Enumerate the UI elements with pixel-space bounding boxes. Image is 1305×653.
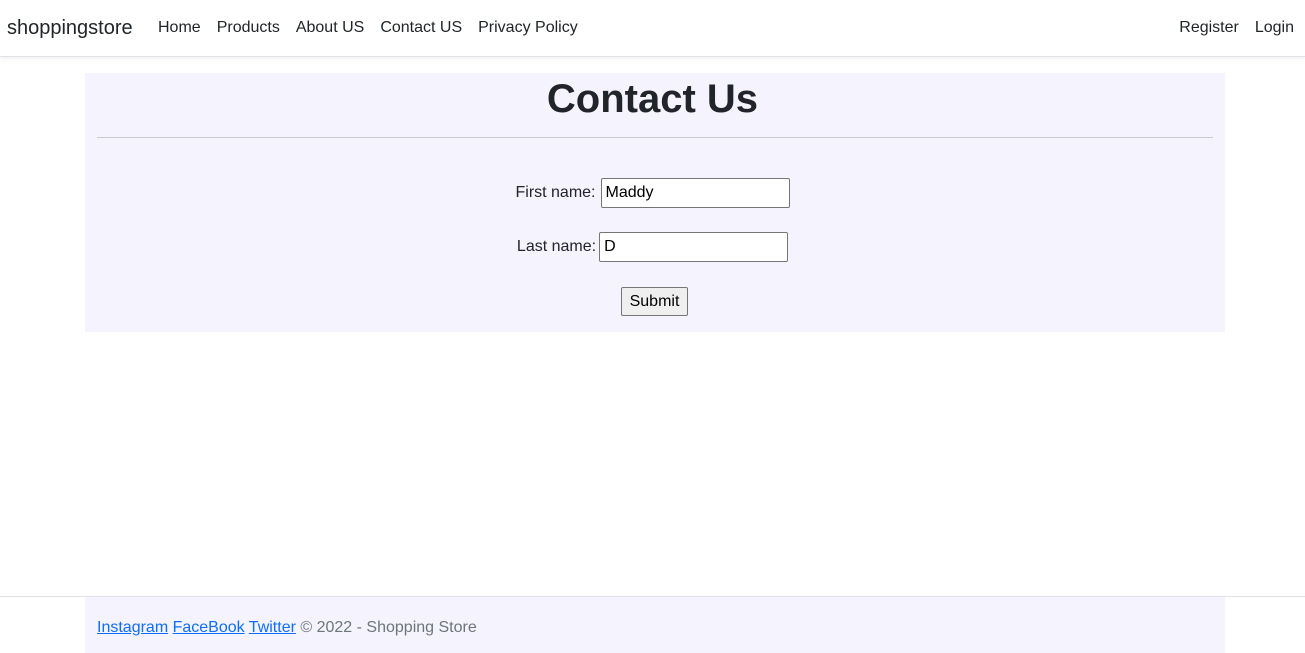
facebook-link[interactable]: FaceBook (173, 619, 245, 636)
footer-content: Instagram FaceBook Twitter © 2022 - Shop… (97, 618, 477, 638)
submit-button[interactable]: Submit (621, 287, 688, 316)
main-nav: Home Products About US Contact US Privac… (150, 18, 586, 38)
nav-login-link[interactable]: Login (1247, 18, 1302, 38)
twitter-link[interactable]: Twitter (249, 619, 296, 636)
copyright-text: © 2022 - Shopping Store (300, 619, 477, 636)
last-name-row: Last name: (0, 232, 1305, 262)
nav-register-link[interactable]: Register (1171, 18, 1247, 38)
nav-products-link[interactable]: Products (209, 18, 288, 38)
first-name-row: First name: (0, 178, 1305, 208)
nav-contact-link[interactable]: Contact US (372, 18, 470, 38)
top-navbar: shoppingstore Home Products About US Con… (0, 0, 1305, 57)
nav-about-link[interactable]: About US (288, 18, 372, 38)
nav-home-link[interactable]: Home (150, 18, 209, 38)
account-nav: Register Login (1171, 18, 1302, 38)
last-name-input[interactable] (599, 232, 789, 262)
brand-link[interactable]: shoppingstore (7, 16, 133, 40)
title-divider (97, 137, 1213, 138)
last-name-label: Last name: (516, 238, 597, 255)
first-name-input[interactable] (600, 178, 790, 208)
first-name-label: First name: (515, 184, 596, 201)
page-title: Contact Us (546, 77, 759, 121)
nav-privacy-link[interactable]: Privacy Policy (470, 18, 586, 38)
instagram-link[interactable]: Instagram (97, 619, 168, 636)
